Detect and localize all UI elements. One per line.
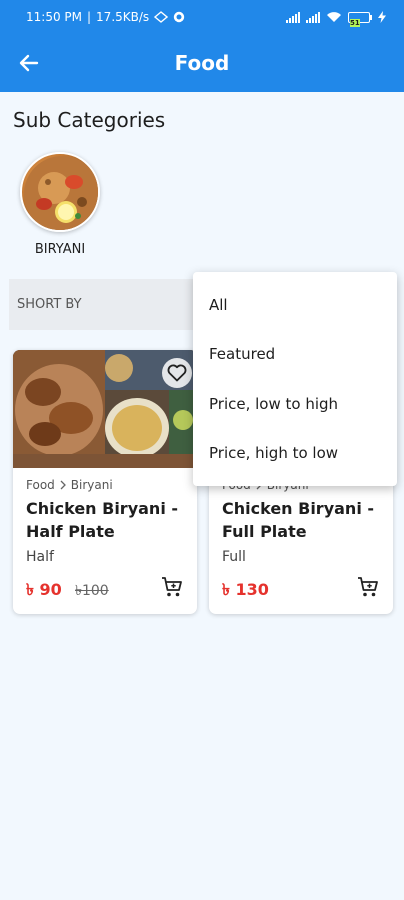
product-price: ৳ 130	[222, 580, 269, 599]
subcategory-label: BIRYANI	[34, 242, 86, 257]
heart-outline-icon	[167, 364, 187, 382]
product-variant: Full	[222, 549, 246, 565]
sort-option-price-high-low[interactable]: Price, high to low	[209, 444, 338, 462]
product-name: Chicken Biryani - Half Plate	[26, 499, 179, 541]
wifi-icon	[327, 12, 341, 22]
sort-by-button[interactable]: SHORT BY	[9, 279, 195, 330]
battery-level: 51	[350, 18, 360, 27]
chevron-right-icon	[60, 480, 66, 490]
vpn-icon	[154, 11, 169, 23]
product-price: ৳ 90	[26, 580, 62, 599]
favorite-button[interactable]	[162, 358, 192, 388]
status-time: 11:50 PM	[26, 10, 82, 24]
cart-icon	[162, 577, 182, 597]
biryani-photo	[20, 152, 100, 232]
add-to-cart-button[interactable]	[355, 574, 381, 600]
sort-option-all[interactable]: All	[209, 296, 228, 314]
charging-icon	[378, 11, 386, 23]
product-old-price: ৳100	[75, 583, 109, 599]
breadcrumb-category: Food	[26, 478, 55, 492]
product-variant: Half	[26, 549, 54, 565]
sort-option-price-low-high[interactable]: Price, low to high	[209, 395, 338, 413]
battery-icon: 51	[348, 11, 372, 27]
sort-by-label: SHORT BY	[17, 297, 82, 312]
sort-dropdown-menu: All Featured Price, low to high Price, h…	[193, 272, 397, 486]
status-bar: 11:50 PM | 17.5KB/s 51	[0, 0, 404, 34]
product-card[interactable]: Food Biryani Chicken Biryani - Half Plat…	[13, 350, 197, 614]
subcategory-item-biryani[interactable]: BIRYANI	[20, 152, 100, 257]
product-breadcrumb: Food Biryani	[26, 478, 113, 492]
status-net-speed: 17.5KB/s	[96, 10, 150, 24]
page-title: Food	[174, 51, 230, 75]
breadcrumb-subcategory: Biryani	[70, 478, 113, 492]
product-name: Chicken Biryani - Full Plate	[222, 499, 375, 541]
signal-icon-2	[306, 11, 320, 23]
cart-icon	[358, 577, 378, 597]
sort-option-featured[interactable]: Featured	[209, 345, 275, 363]
app-notification-icon	[173, 11, 185, 23]
subcategories-title: Sub Categories	[13, 108, 166, 132]
app-bar: Food	[0, 34, 404, 92]
signal-icon	[286, 11, 300, 23]
add-to-cart-button[interactable]	[159, 574, 185, 600]
